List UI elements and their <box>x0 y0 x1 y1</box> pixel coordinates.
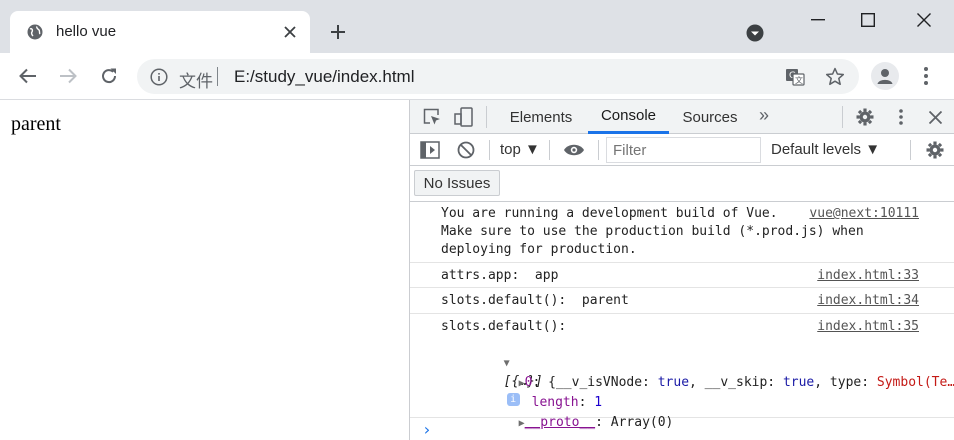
toolbar-divider <box>842 106 843 128</box>
devtools-menu-icon[interactable] <box>890 106 912 128</box>
inspect-element-icon[interactable] <box>421 106 443 128</box>
toolbar-divider <box>598 140 599 160</box>
context-selector[interactable]: top ▼ <box>500 141 540 158</box>
proto-key: __proto__ <box>524 415 596 430</box>
address-bar[interactable]: 文件 E:/study_vue/index.html G 文 <box>137 59 859 94</box>
devtools-panel: Elements Console Sources » top ▼ Defa <box>409 100 954 440</box>
tab-search-icon[interactable] <box>745 23 765 43</box>
tab-title: hello vue <box>56 23 117 40</box>
console-settings-gear-icon[interactable] <box>924 139 946 161</box>
toolbar-divider <box>489 140 490 160</box>
console-message: slots.default(): index.html:35 ▼ [{…}] i… <box>410 314 954 430</box>
window-close-icon[interactable] <box>896 0 952 40</box>
minimize-icon[interactable] <box>790 0 846 40</box>
device-toolbar-icon[interactable] <box>453 106 475 128</box>
console-source-link[interactable]: index.html:35 <box>817 318 919 336</box>
browser-tab[interactable]: hello vue <box>10 11 310 53</box>
browser-menu-icon[interactable] <box>916 65 936 87</box>
omnibox-protocol: 文件 <box>179 72 213 91</box>
console-source-link[interactable]: vue@next:10111 <box>809 205 919 223</box>
console-message-text: You are running a development build of V… <box>441 206 864 257</box>
translate-icon[interactable]: G 文 <box>785 67 805 87</box>
issues-bar: No Issues <box>410 166 954 202</box>
tab-strip: hello vue <box>0 0 954 53</box>
tab-elements[interactable]: Elements <box>501 100 581 134</box>
console-message-text: slots.default(): <box>441 319 567 334</box>
browser-toolbar: 文件 E:/study_vue/index.html G 文 <box>0 53 954 100</box>
page-viewport: parent <box>0 100 409 440</box>
back-arrow-icon[interactable] <box>16 64 40 88</box>
profile-avatar-icon[interactable] <box>871 62 899 90</box>
more-tabs-icon[interactable]: » <box>759 105 769 126</box>
settings-gear-icon[interactable] <box>854 106 876 128</box>
live-expression-eye-icon[interactable] <box>563 139 585 161</box>
item-symbol-value: Symbol(Te… <box>876 375 954 390</box>
bookmark-star-icon[interactable] <box>825 67 845 87</box>
item-bool-value: true <box>657 375 690 390</box>
maximize-icon[interactable] <box>840 0 896 40</box>
proto-property-row[interactable]: ▶__proto__: Array(0) <box>456 396 674 440</box>
console-toolbar: top ▼ Default levels ▼ <box>410 134 954 166</box>
item-preview-part: , type: <box>814 375 877 390</box>
proto-value: Array(0) <box>610 415 674 430</box>
omnibox-separator <box>217 67 218 86</box>
omnibox-url[interactable]: E:/study_vue/index.html <box>234 67 414 87</box>
toolbar-divider <box>486 106 487 128</box>
info-icon[interactable] <box>150 68 168 86</box>
toolbar-divider <box>910 140 911 160</box>
sidebar-toggle-icon[interactable] <box>419 139 441 161</box>
item-preview-part: , __v_skip: <box>689 375 783 390</box>
console-source-link[interactable]: index.html:33 <box>817 267 919 285</box>
toolbar-divider <box>549 140 550 160</box>
tab-close-icon[interactable] <box>280 22 300 42</box>
page-content-text: parent <box>11 113 61 135</box>
log-levels-dropdown[interactable]: Default levels ▼ <box>771 141 880 158</box>
svg-text:文: 文 <box>795 75 803 85</box>
console-filter-input[interactable] <box>606 137 761 163</box>
reload-icon[interactable] <box>97 64 121 88</box>
console-message: attrs.app: app index.html:33 <box>410 263 954 288</box>
console-message-text: attrs.app: app <box>441 268 559 283</box>
tab-console[interactable]: Console <box>588 100 669 134</box>
no-issues-button[interactable]: No Issues <box>414 170 500 196</box>
clear-console-icon[interactable] <box>455 139 477 161</box>
devtools-tab-bar: Elements Console Sources » <box>410 100 954 134</box>
console-message-text: slots.default(): parent <box>441 293 629 308</box>
tab-sources[interactable]: Sources <box>676 100 744 134</box>
console-output: You are running a development build of V… <box>410 202 954 440</box>
console-prompt-chevron-icon[interactable]: › <box>422 420 432 439</box>
new-tab-icon[interactable] <box>327 21 349 43</box>
devtools-close-icon[interactable] <box>924 106 946 128</box>
console-message: slots.default(): parent index.html:34 <box>410 288 954 314</box>
item-bool-value: true <box>782 375 815 390</box>
forward-arrow-icon[interactable] <box>56 64 80 88</box>
console-source-link[interactable]: index.html:34 <box>817 292 919 310</box>
console-message: You are running a development build of V… <box>410 202 954 263</box>
globe-icon <box>27 24 43 40</box>
